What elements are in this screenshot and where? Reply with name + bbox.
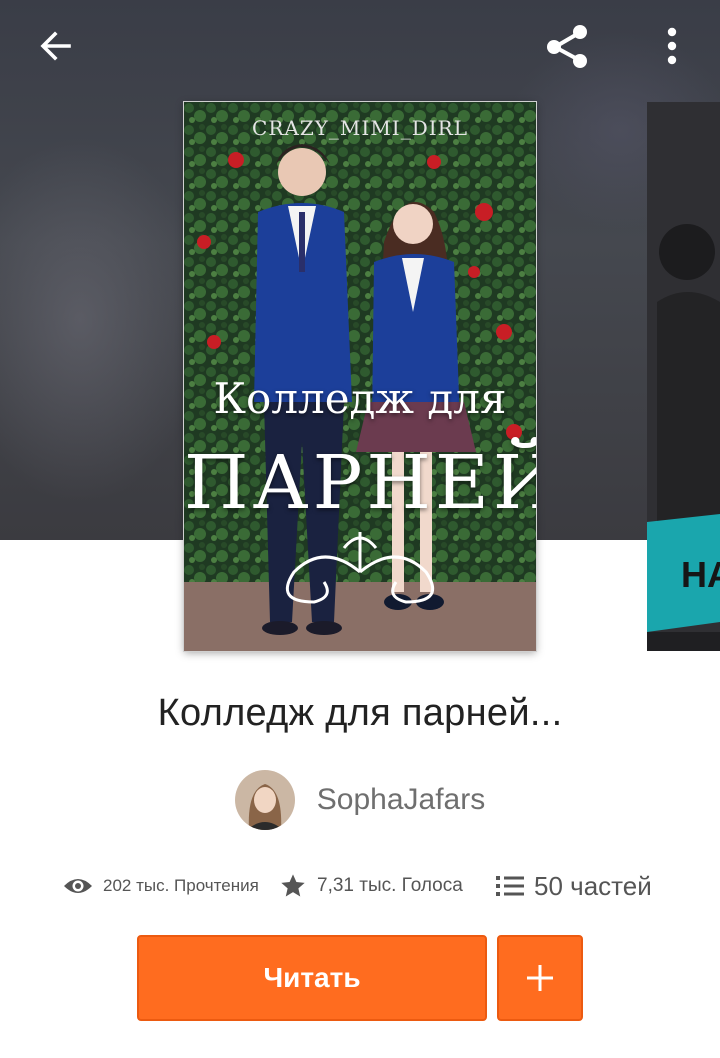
more-vertical-icon [667, 27, 677, 65]
eye-icon [64, 879, 92, 893]
cover-watermark: CRAZY_MIMI_DIRL [252, 116, 468, 140]
reads-count: 202 тыс. Прочтения [103, 876, 259, 895]
arrow-left-icon [40, 31, 71, 61]
add-to-library-button[interactable]: + [497, 935, 583, 1021]
parts-stat[interactable]: 50 частей [496, 866, 652, 906]
story-title: Колледж для парней... [157, 692, 563, 734]
more-options-button[interactable] [642, 16, 702, 76]
parts-count[interactable]: 50 частей [534, 871, 652, 902]
star-icon [281, 874, 305, 897]
author-link[interactable]: SophaJafars [0, 770, 720, 830]
author-avatar-image [234, 770, 295, 830]
avatar[interactable] [234, 770, 295, 830]
cover-title-line2: ПАРНЕЙ [184, 440, 536, 526]
share-icon [547, 25, 587, 68]
author-name[interactable]: SophaJafars [317, 783, 485, 817]
story-stats: 202 тыс. Прочтения 7,31 тыс. Голоса 50 ч… [0, 866, 720, 906]
cover-title-line1: Колледж для [213, 374, 507, 423]
reads-stat: 202 тыс. Прочтения [63, 866, 259, 906]
share-button[interactable] [537, 16, 597, 76]
next-book-cover[interactable]: НА [647, 102, 720, 651]
book-cover[interactable]: CRAZY_MIMI_DIRL Колледж для ПАРНЕЙ [184, 102, 536, 651]
votes-stat: 7,31 тыс. Голоса [279, 866, 463, 906]
list-icon [496, 876, 524, 896]
back-button[interactable] [26, 16, 86, 76]
votes-count: 7,31 тыс. Голоса [317, 875, 463, 896]
plus-icon [527, 965, 553, 991]
next-cover-text: НА [681, 554, 720, 595]
read-button[interactable]: Читать [137, 935, 487, 1021]
